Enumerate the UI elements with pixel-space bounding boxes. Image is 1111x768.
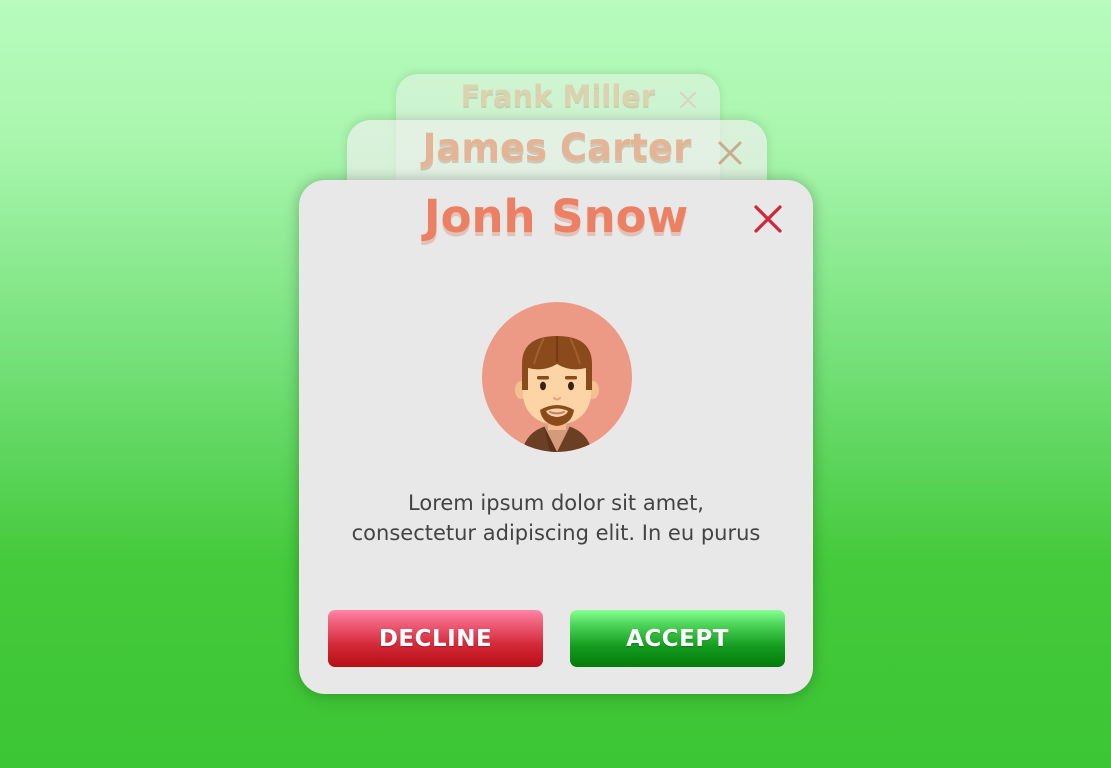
message-text: Lorem ipsum dolor sit amet, consectetur …: [319, 488, 793, 548]
message-line: consectetur adipiscing elit. In eu purus: [351, 521, 761, 545]
avatar: [482, 302, 632, 452]
card-name: Jonh Snow: [423, 190, 689, 243]
close-button[interactable]: [717, 140, 743, 166]
close-icon: [718, 141, 742, 165]
card-name: Frank Miller: [460, 79, 656, 113]
close-icon: [754, 205, 782, 233]
man-with-beard-avatar-icon: [515, 336, 599, 452]
close-icon: [680, 92, 696, 108]
message-line: Lorem ipsum dolor sit amet,: [408, 491, 704, 515]
close-button[interactable]: [678, 90, 698, 110]
decline-button[interactable]: DECLINE: [328, 610, 543, 667]
close-button[interactable]: [753, 204, 783, 234]
accept-button[interactable]: ACCEPT: [570, 610, 785, 667]
notification-card-front: Jonh Snow Lorem ipsum dolor sit amet, co…: [299, 180, 813, 694]
card-name: James Carter: [422, 126, 692, 169]
